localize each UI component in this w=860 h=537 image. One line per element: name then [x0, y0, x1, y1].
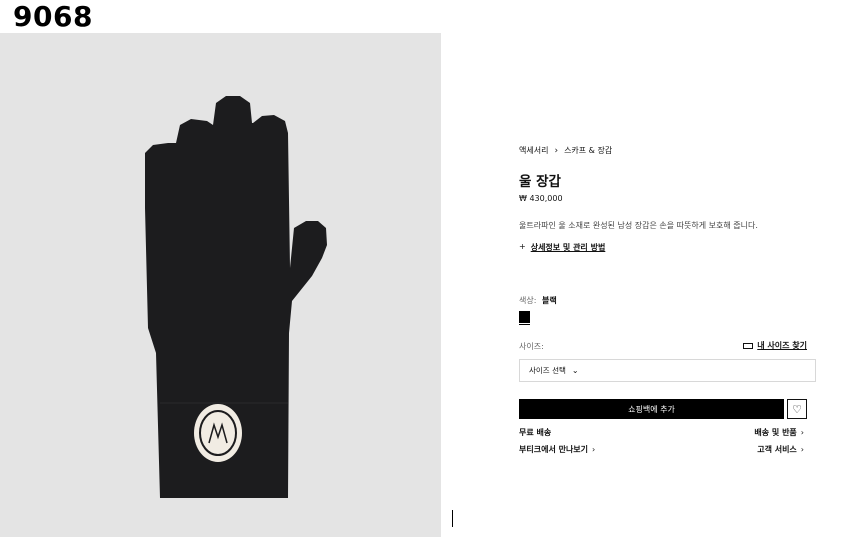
add-to-bag-button[interactable]: 쇼핑백에 추가 [519, 399, 784, 419]
product-description: 울트라파인 울 소재로 완성된 남성 장갑은 손을 따뜻하게 보호해 줍니다. [519, 221, 758, 230]
free-shipping-text: 무료 배송 [519, 428, 552, 437]
color-label: 색상: [519, 296, 537, 305]
size-guide-link[interactable]: 내 사이즈 찾기 [743, 340, 807, 351]
details-care-label: 상세정보 및 관리 방법 [530, 243, 606, 252]
color-value: 블랙 [541, 296, 557, 305]
logo-patch [194, 404, 242, 462]
size-select[interactable]: 사이즈 선택 ⌄ [519, 359, 816, 382]
chevron-right-icon: › [800, 428, 804, 437]
wishlist-button[interactable]: ♡ [787, 399, 807, 419]
color-swatch-black[interactable] [519, 311, 530, 323]
chevron-right-icon: › [554, 145, 559, 156]
page-id: 9068 [13, 0, 93, 33]
details-care-link[interactable]: + 상세정보 및 관리 방법 [519, 242, 605, 253]
shipping-returns-link[interactable]: 배송 및 반품 › [754, 427, 804, 438]
chevron-down-icon: ⌄ [571, 366, 579, 375]
ruler-icon [743, 342, 754, 349]
color-row: 색상: 블랙 [519, 295, 557, 306]
breadcrumb: 액세서리 › 스카프 & 장갑 [519, 145, 612, 156]
size-label: 사이즈: [519, 342, 544, 351]
boutique-link[interactable]: 부티크에서 만나보기 › [519, 444, 595, 455]
breadcrumb-current[interactable]: 스카프 & 장갑 [564, 145, 612, 156]
customer-service-link[interactable]: 고객 서비스 › [757, 444, 804, 455]
product-title: 울 장갑 [519, 174, 561, 190]
chevron-right-icon: › [800, 445, 804, 454]
boutique-label: 부티크에서 만나보기 [519, 445, 589, 454]
plus-icon: + [519, 242, 526, 251]
product-image[interactable] [0, 33, 441, 537]
heart-icon: ♡ [792, 402, 802, 416]
swatch-selected-indicator [519, 324, 530, 325]
glove-image [145, 96, 327, 498]
chevron-right-icon: › [592, 445, 596, 454]
breadcrumb-parent[interactable]: 액세서리 [519, 145, 548, 156]
text-cursor [452, 510, 453, 527]
size-select-value: 사이즈 선택 [529, 366, 566, 375]
shipping-returns-label: 배송 및 반품 [754, 428, 797, 437]
size-guide-label: 내 사이즈 찾기 [757, 341, 807, 350]
customer-service-label: 고객 서비스 [757, 445, 797, 454]
product-price: ₩ 430,000 [519, 194, 563, 203]
